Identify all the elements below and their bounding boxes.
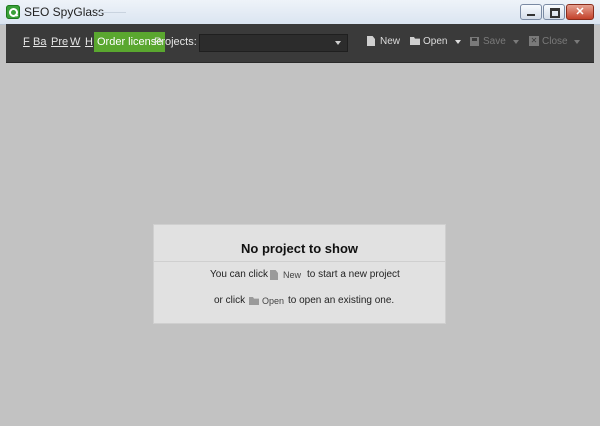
save-dropdown-icon[interactable]	[513, 40, 519, 44]
menu-backlinks[interactable]: Ba	[33, 36, 46, 48]
projects-dropdown[interactable]	[199, 34, 348, 52]
close-label: Close	[542, 36, 568, 47]
close-icon	[529, 36, 539, 46]
panel-divider	[154, 261, 445, 262]
close-window-button[interactable]	[566, 4, 594, 20]
projects-label: Projects:	[154, 36, 197, 48]
maximize-button[interactable]	[543, 4, 565, 20]
main-toolbar: F Ba Pre W H Order license Projects: New…	[6, 24, 594, 63]
minimize-button[interactable]	[520, 4, 542, 20]
title-divider	[96, 12, 126, 13]
inline-open-label: Open	[262, 296, 285, 306]
folder-open-icon	[249, 297, 259, 305]
empty-state-line1-rest: to start a new project	[307, 269, 400, 280]
new-document-icon	[367, 36, 375, 46]
empty-state-panel: No project to show You can click New to …	[153, 224, 446, 324]
inline-new-label: New	[283, 270, 302, 280]
menu-preferences[interactable]: Pre	[51, 36, 68, 48]
menu-help[interactable]: H	[85, 36, 93, 48]
save-label: Save	[483, 36, 506, 47]
empty-state-line1-text: You can click	[210, 269, 268, 280]
empty-state-line2-text: or click	[214, 295, 246, 306]
open-dropdown-icon[interactable]	[455, 40, 461, 44]
app-logo-icon	[6, 5, 20, 19]
chevron-down-icon	[335, 41, 341, 45]
menu-file[interactable]: F	[23, 36, 30, 48]
empty-state-title: No project to show	[241, 241, 358, 256]
new-document-icon	[270, 270, 278, 280]
close-dropdown-icon[interactable]	[574, 40, 580, 44]
save-icon	[470, 37, 479, 46]
folder-open-icon	[410, 37, 420, 45]
title-bar: SEO SpyGlass	[0, 0, 600, 25]
new-label: New	[380, 36, 401, 47]
empty-state-line2-rest: to open an existing one.	[288, 295, 395, 306]
menu-window[interactable]: W	[70, 36, 80, 48]
open-label: Open	[423, 36, 448, 47]
window-title: SEO SpyGlass	[24, 5, 105, 19]
